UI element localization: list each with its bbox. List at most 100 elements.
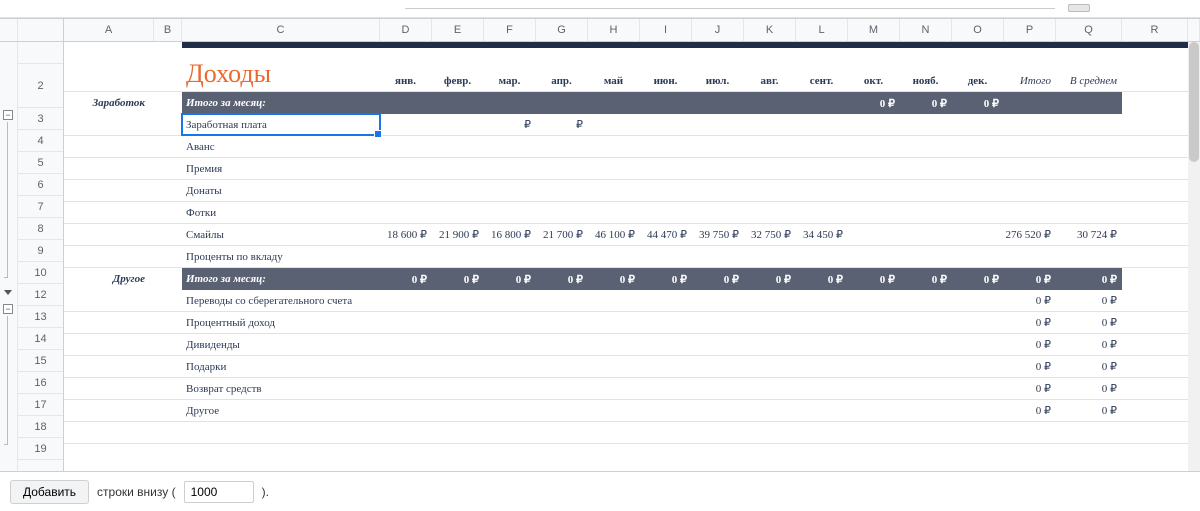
cell-R[interactable] <box>1122 180 1188 201</box>
line-item-total[interactable]: 0 ₽ <box>1004 400 1056 421</box>
cell-R[interactable] <box>1122 356 1188 377</box>
subtotal-month[interactable]: 0 ₽ <box>640 268 692 290</box>
subtotal-month[interactable]: 0 ₽ <box>900 268 952 290</box>
row-header-4[interactable]: 4 <box>18 130 63 152</box>
line-item-value[interactable] <box>588 312 640 333</box>
line-item-value[interactable] <box>900 202 952 223</box>
line-item-value[interactable] <box>380 202 432 223</box>
cell-A[interactable] <box>64 312 154 333</box>
line-item-value[interactable] <box>692 114 744 135</box>
subtotal-month[interactable]: 0 ₽ <box>380 268 432 290</box>
line-item-total[interactable]: 0 ₽ <box>1004 290 1056 311</box>
line-item-value[interactable] <box>432 378 484 399</box>
cell-A[interactable] <box>64 356 154 377</box>
column-header-D[interactable]: D <box>380 19 432 41</box>
line-item-total[interactable]: 0 ₽ <box>1004 312 1056 333</box>
row-header-5[interactable]: 5 <box>18 152 63 174</box>
line-item-value[interactable] <box>536 180 588 201</box>
line-item-value[interactable] <box>484 202 536 223</box>
line-item-value[interactable] <box>744 180 796 201</box>
column-header-P[interactable]: P <box>1004 19 1056 41</box>
line-item-value[interactable] <box>380 136 432 157</box>
subtotal-total[interactable] <box>1004 92 1056 114</box>
cell-A[interactable] <box>64 400 154 421</box>
line-item-value[interactable] <box>588 334 640 355</box>
line-item-value[interactable]: ₽ <box>484 114 536 135</box>
cell-R[interactable] <box>1122 246 1188 267</box>
line-item-value[interactable] <box>536 290 588 311</box>
cell-A[interactable] <box>64 378 154 399</box>
line-item-avg[interactable] <box>1056 114 1122 135</box>
row-header-14[interactable]: 14 <box>18 328 63 350</box>
line-item-value[interactable] <box>432 202 484 223</box>
line-item-value[interactable] <box>380 400 432 421</box>
line-item-value[interactable] <box>432 312 484 333</box>
line-item-value[interactable] <box>692 400 744 421</box>
line-item-value[interactable] <box>484 312 536 333</box>
line-item-name[interactable]: Аванс <box>182 136 380 157</box>
line-item-total[interactable]: 276 520 ₽ <box>1004 224 1056 245</box>
month-header-дек.[interactable]: дек. <box>952 48 1004 91</box>
row-header-18[interactable]: 18 <box>18 416 63 438</box>
line-item-value[interactable]: 18 600 ₽ <box>380 224 432 245</box>
line-item-avg[interactable]: 0 ₽ <box>1056 356 1122 377</box>
line-item-value[interactable]: 46 100 ₽ <box>588 224 640 245</box>
month-header-февр.[interactable]: февр. <box>432 48 484 91</box>
cell[interactable] <box>1122 422 1188 443</box>
line-item-value[interactable] <box>744 334 796 355</box>
line-item-value[interactable] <box>484 158 536 179</box>
line-item-value[interactable] <box>692 158 744 179</box>
column-header-I[interactable]: I <box>640 19 692 41</box>
line-item-value[interactable] <box>952 290 1004 311</box>
line-item-name[interactable]: Возврат средств <box>182 378 380 399</box>
cell-B[interactable] <box>154 92 182 114</box>
line-item-value[interactable] <box>848 180 900 201</box>
line-item-value[interactable] <box>900 180 952 201</box>
line-item-value[interactable] <box>536 400 588 421</box>
line-item-value[interactable]: 21 700 ₽ <box>536 224 588 245</box>
row-header-13[interactable]: 13 <box>18 306 63 328</box>
line-item-value[interactable] <box>848 400 900 421</box>
cell-R[interactable] <box>1122 312 1188 333</box>
cell-R[interactable] <box>1122 114 1188 135</box>
line-item-value[interactable] <box>692 246 744 267</box>
line-item-value[interactable] <box>432 136 484 157</box>
month-header-сент.[interactable]: сент. <box>796 48 848 91</box>
line-item-value[interactable] <box>952 114 1004 135</box>
line-item-value[interactable] <box>796 136 848 157</box>
cell-R[interactable] <box>1122 400 1188 421</box>
subtotal-month[interactable]: 0 ₽ <box>900 92 952 114</box>
column-header-J[interactable]: J <box>692 19 744 41</box>
cell-R[interactable] <box>1122 378 1188 399</box>
line-item-value[interactable] <box>588 378 640 399</box>
line-item-value[interactable] <box>640 246 692 267</box>
column-header-R[interactable]: R <box>1122 19 1188 41</box>
line-item-value[interactable] <box>380 356 432 377</box>
line-item-name[interactable]: Премия <box>182 158 380 179</box>
month-header-июн.[interactable]: июн. <box>640 48 692 91</box>
line-item-value[interactable] <box>692 290 744 311</box>
line-item-value[interactable] <box>952 378 1004 399</box>
row-header-9[interactable]: 9 <box>18 240 63 262</box>
avg-header[interactable]: В среднем <box>1056 48 1122 91</box>
line-item-value[interactable] <box>432 158 484 179</box>
line-item-value[interactable] <box>796 312 848 333</box>
line-item-value[interactable] <box>432 290 484 311</box>
column-header-E[interactable]: E <box>432 19 484 41</box>
collapse-group-button[interactable]: − <box>3 304 13 314</box>
line-item-name[interactable]: Проценты по вкладу <box>182 246 380 267</box>
cell-A[interactable] <box>64 158 154 179</box>
line-item-value[interactable] <box>484 180 536 201</box>
cell[interactable] <box>796 422 848 443</box>
line-item-value[interactable] <box>536 334 588 355</box>
line-item-value[interactable] <box>536 378 588 399</box>
line-item-value[interactable] <box>692 312 744 333</box>
column-header-O[interactable]: O <box>952 19 1004 41</box>
line-item-value[interactable] <box>796 400 848 421</box>
line-item-avg[interactable]: 30 724 ₽ <box>1056 224 1122 245</box>
vertical-scrollbar[interactable] <box>1188 42 1200 471</box>
subtotal-month[interactable] <box>536 92 588 114</box>
line-item-value[interactable] <box>848 378 900 399</box>
line-item-value[interactable] <box>900 312 952 333</box>
line-item-value[interactable] <box>640 114 692 135</box>
